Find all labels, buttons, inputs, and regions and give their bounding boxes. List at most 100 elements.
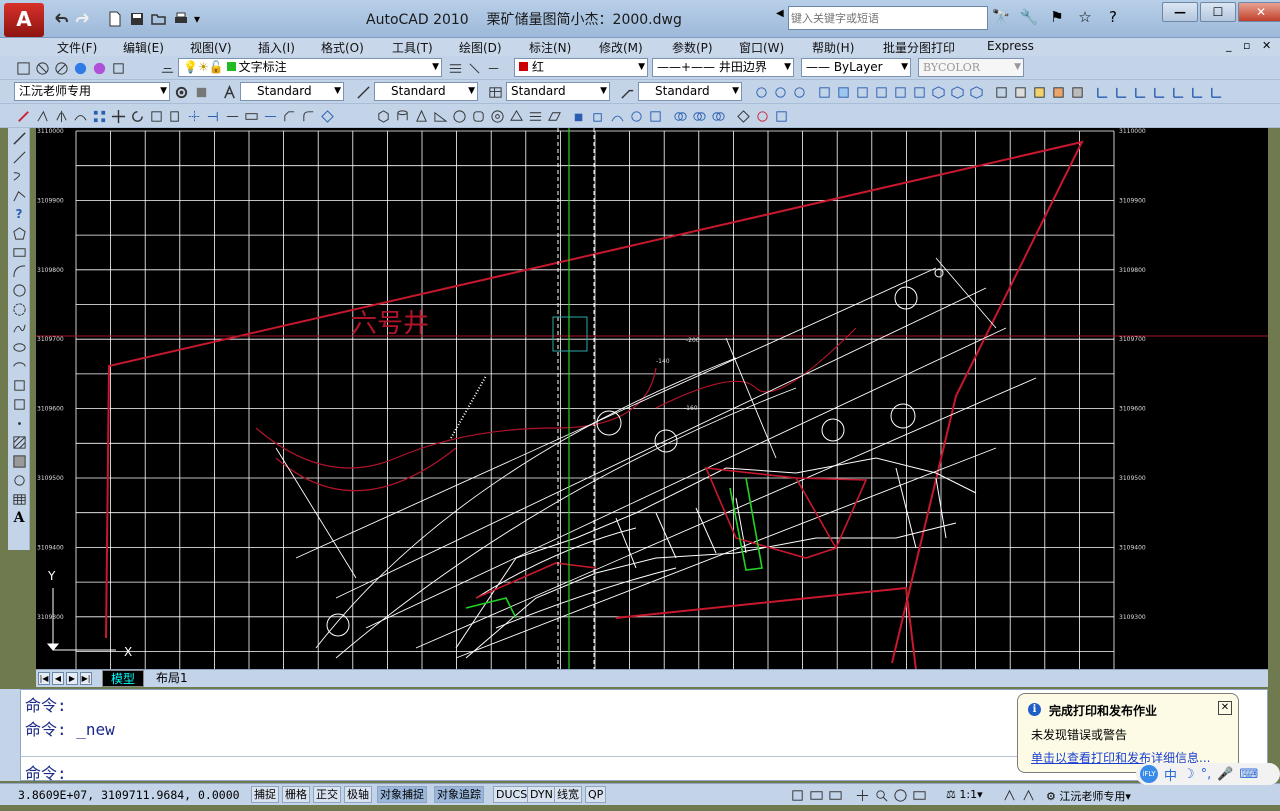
tab-model[interactable]: 模型 bbox=[102, 670, 145, 687]
menu-format[interactable]: 格式(O) bbox=[321, 39, 364, 56]
last-tab-icon[interactable]: ▶| bbox=[80, 672, 92, 685]
favorites-star-icon[interactable]: ☆ bbox=[1074, 6, 1096, 28]
toggle-otrack[interactable]: 对象追踪 bbox=[434, 786, 484, 803]
layer-walk-icon[interactable] bbox=[90, 59, 108, 77]
cone-icon[interactable] bbox=[412, 107, 430, 125]
mirror-icon[interactable] bbox=[52, 107, 70, 125]
view-iso3-icon[interactable] bbox=[967, 83, 985, 101]
workspace-switch[interactable]: ⚙ 江沅老师专用▾ bbox=[1046, 788, 1131, 804]
application-menu-button[interactable]: A bbox=[4, 3, 44, 37]
lineweight-dropdown[interactable]: —— ByLayer ▼ bbox=[801, 58, 911, 77]
tools-icon[interactable]: 🔧 bbox=[1018, 6, 1040, 28]
tab-layout1[interactable]: 布局1 bbox=[148, 670, 196, 687]
trim-icon[interactable] bbox=[185, 107, 203, 125]
first-tab-icon[interactable]: |◀ bbox=[38, 672, 50, 685]
binoculars-icon[interactable]: 🔭 bbox=[990, 6, 1012, 28]
break-icon[interactable] bbox=[242, 107, 260, 125]
3d-rotate-icon[interactable] bbox=[753, 107, 771, 125]
command-window-handle[interactable] bbox=[0, 689, 20, 781]
loft-icon[interactable] bbox=[646, 107, 664, 125]
ime-keyboard-icon[interactable]: ⌨ bbox=[1240, 767, 1259, 782]
polygon-icon[interactable] bbox=[10, 224, 28, 242]
ucs-previous-icon[interactable] bbox=[1131, 83, 1149, 101]
search-input[interactable] bbox=[791, 7, 989, 29]
view-back-icon[interactable] bbox=[910, 83, 928, 101]
visual-style-realistic-icon[interactable] bbox=[1030, 83, 1048, 101]
torus-icon[interactable] bbox=[488, 107, 506, 125]
insert-block-icon[interactable] bbox=[10, 376, 28, 394]
layer-manager-icon[interactable] bbox=[14, 59, 32, 77]
point-icon[interactable] bbox=[10, 414, 28, 432]
layer-off-icon[interactable] bbox=[33, 59, 51, 77]
maximize-button[interactable]: ☐ bbox=[1200, 2, 1236, 22]
steering-wheel-icon[interactable] bbox=[891, 786, 909, 804]
ime-moon-icon[interactable]: ☽ bbox=[1183, 767, 1195, 782]
stretch-icon[interactable] bbox=[166, 107, 184, 125]
extend-icon[interactable] bbox=[204, 107, 222, 125]
extrude-icon[interactable] bbox=[570, 107, 588, 125]
offset-icon[interactable] bbox=[71, 107, 89, 125]
toggle-polar[interactable]: 极轴 bbox=[344, 786, 372, 803]
layer-color-icon[interactable] bbox=[71, 59, 89, 77]
ucs-view-icon[interactable] bbox=[1188, 83, 1206, 101]
toggle-lineweight[interactable]: 线宽 bbox=[554, 786, 582, 803]
view-right-icon[interactable] bbox=[872, 83, 890, 101]
polyline-icon[interactable] bbox=[10, 186, 28, 204]
visual-style-hidden-icon[interactable] bbox=[1011, 83, 1029, 101]
text-style-icon[interactable] bbox=[220, 83, 238, 101]
settings-gear-icon[interactable] bbox=[172, 83, 190, 101]
quick-view-layouts-icon[interactable] bbox=[807, 786, 825, 804]
quick-view-drawings-icon[interactable] bbox=[826, 786, 844, 804]
communication-center-icon[interactable]: ⚑ bbox=[1046, 6, 1068, 28]
showmotion-icon[interactable] bbox=[910, 786, 928, 804]
menu-draw[interactable]: 绘图(D) bbox=[459, 39, 502, 56]
menu-parametric[interactable]: 参数(P) bbox=[672, 39, 713, 56]
view-iso2-icon[interactable] bbox=[948, 83, 966, 101]
table-icon[interactable] bbox=[10, 490, 28, 508]
explode-icon[interactable] bbox=[318, 107, 336, 125]
sphere-icon[interactable] bbox=[450, 107, 468, 125]
box-icon[interactable] bbox=[374, 107, 392, 125]
close-button[interactable]: ✕ bbox=[1238, 2, 1280, 22]
view-bottom-icon[interactable] bbox=[891, 83, 909, 101]
toggle-ducs[interactable]: DUCS bbox=[493, 786, 531, 803]
coordinate-readout[interactable]: 3.8609E+07, 3109711.9684, 0.0000 bbox=[18, 788, 240, 802]
redo-icon[interactable] bbox=[72, 8, 94, 30]
revolve-icon[interactable] bbox=[627, 107, 645, 125]
mleader-style-icon[interactable] bbox=[618, 83, 636, 101]
layer-dropdown[interactable]: 💡☀🔓 文字标注 ▼ bbox=[178, 58, 442, 77]
color-dropdown[interactable]: 红 ▼ bbox=[514, 58, 648, 77]
menu-batch-plot[interactable]: 批量分图打印 bbox=[883, 39, 955, 56]
ellipse-icon[interactable] bbox=[10, 338, 28, 356]
next-tab-icon[interactable]: ▶ bbox=[66, 672, 78, 685]
pyramid-icon[interactable] bbox=[507, 107, 525, 125]
minimize-button[interactable]: — bbox=[1162, 2, 1198, 22]
multiline-icon[interactable] bbox=[10, 167, 28, 185]
dim-style-dropdown[interactable]: Standard ▼ bbox=[374, 82, 478, 101]
layer-undo-icon[interactable] bbox=[484, 59, 502, 77]
break-point-icon[interactable] bbox=[223, 107, 241, 125]
view-iso-icon[interactable] bbox=[929, 83, 947, 101]
gradient-icon[interactable] bbox=[10, 452, 28, 470]
toggle-snap[interactable]: 捕捉 bbox=[251, 786, 279, 803]
hatch-icon[interactable] bbox=[10, 433, 28, 451]
toggle-dyn[interactable]: DYN bbox=[527, 786, 556, 803]
ucs-origin-icon[interactable] bbox=[1207, 83, 1225, 101]
3d-move-icon[interactable] bbox=[734, 107, 752, 125]
menu-dimension[interactable]: 标注(N) bbox=[529, 39, 571, 56]
scale-icon[interactable] bbox=[147, 107, 165, 125]
region-icon[interactable] bbox=[10, 471, 28, 489]
arc-icon[interactable] bbox=[10, 262, 28, 280]
menu-help[interactable]: 帮助(H) bbox=[812, 39, 854, 56]
ime-punctuation-icon[interactable]: °, bbox=[1201, 767, 1212, 782]
ellipse-arc-icon[interactable] bbox=[10, 357, 28, 375]
helix-icon[interactable] bbox=[526, 107, 544, 125]
orbit-icon[interactable] bbox=[752, 83, 770, 101]
workspace-style-dropdown[interactable]: 江沅老师专用 ▼ bbox=[14, 82, 170, 101]
3d-align-icon[interactable] bbox=[772, 107, 790, 125]
visual-style-conceptual-icon[interactable] bbox=[1049, 83, 1067, 101]
ime-microphone-icon[interactable]: 🎤 bbox=[1217, 767, 1233, 782]
qat-dropdown-icon[interactable]: ▾ bbox=[192, 8, 202, 30]
planar-surface-icon[interactable] bbox=[545, 107, 563, 125]
plotstyle-dropdown[interactable]: BYCOLOR ▼ bbox=[918, 58, 1024, 77]
